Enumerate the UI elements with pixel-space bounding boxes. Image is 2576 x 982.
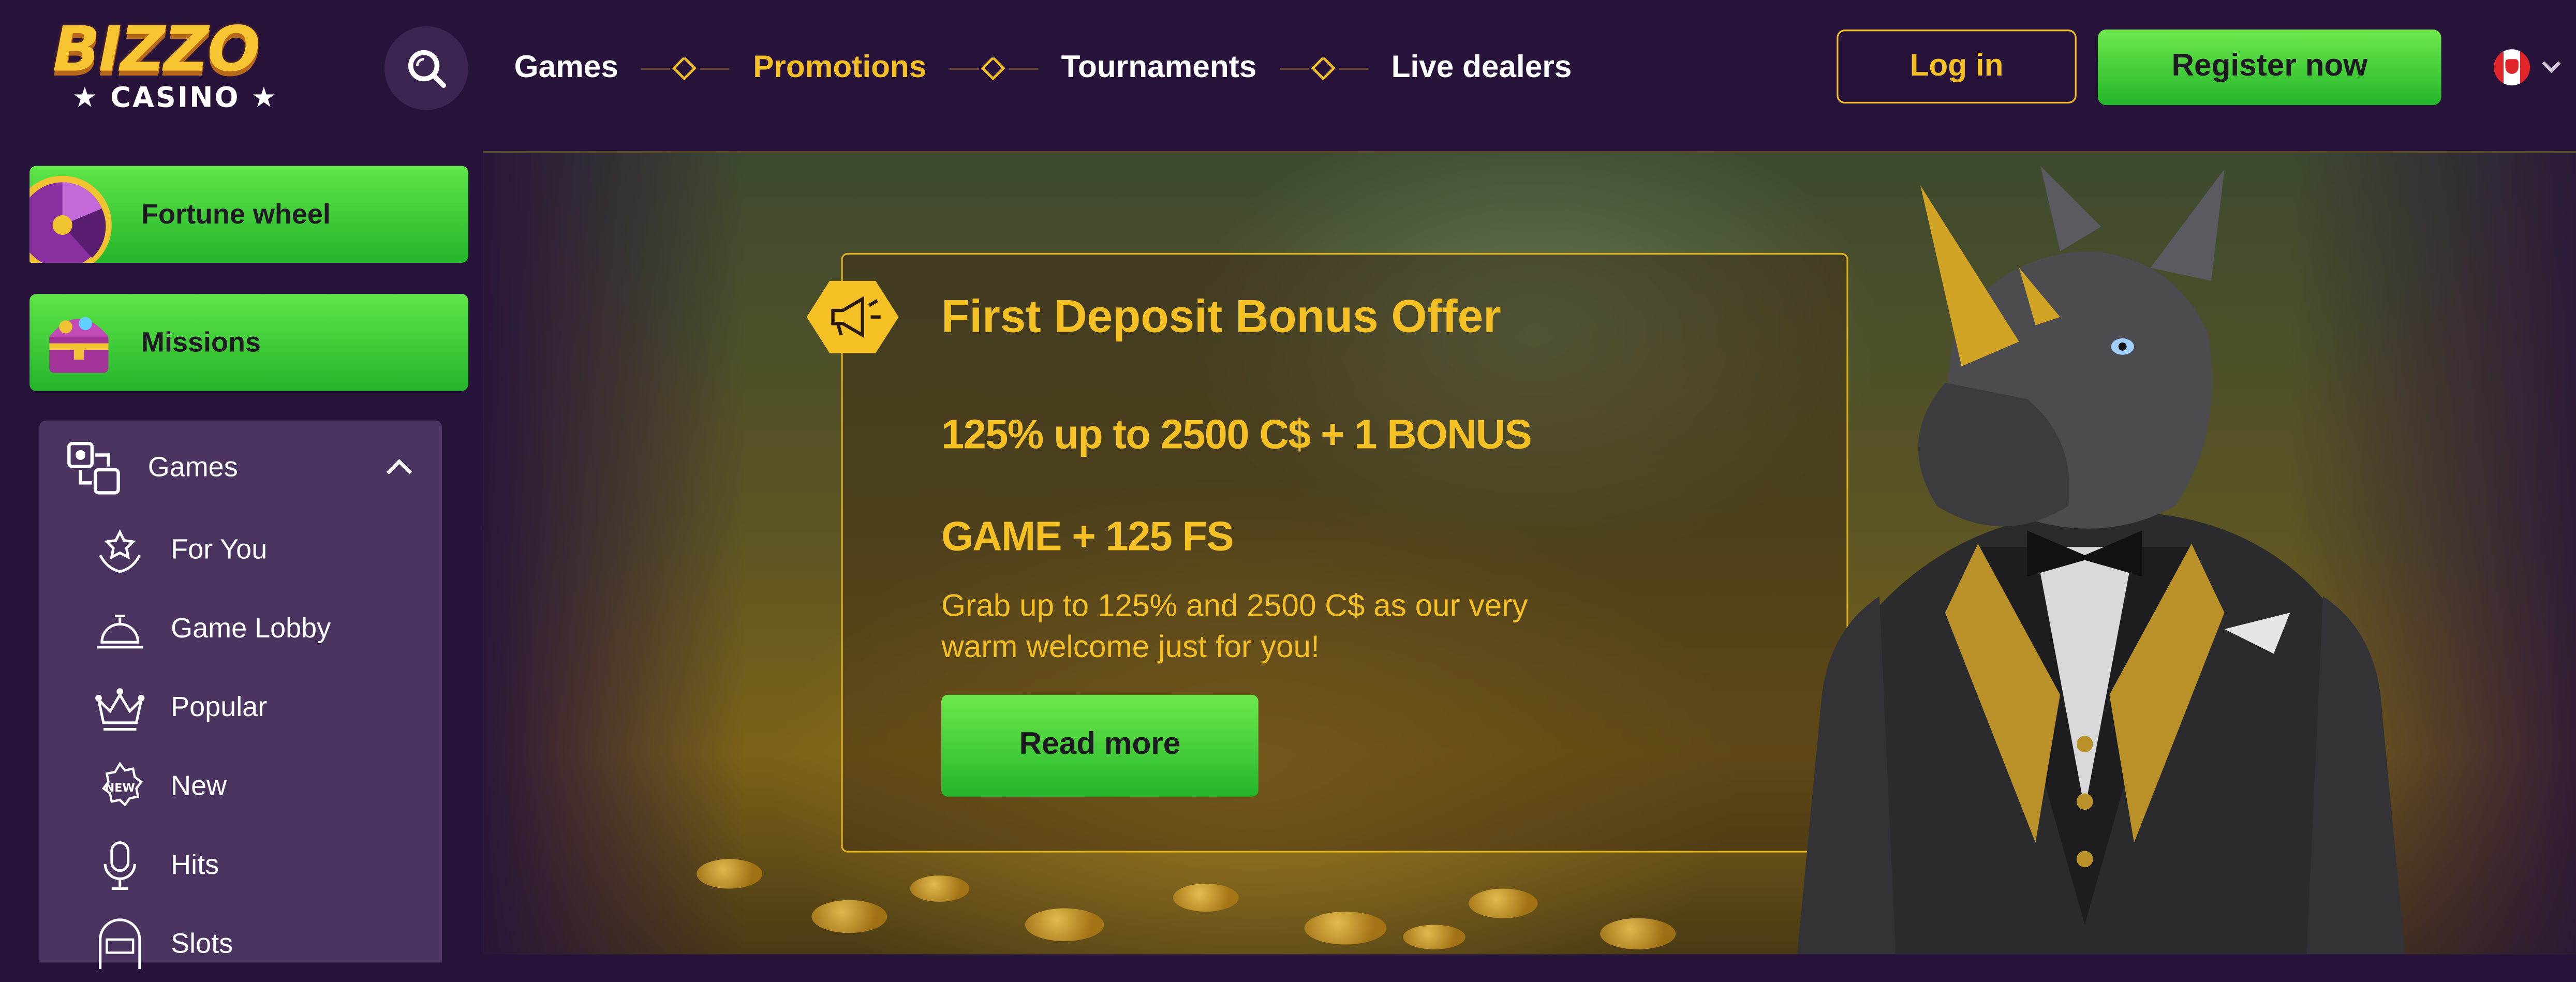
slot-machine-icon bbox=[99, 918, 141, 970]
star-hands-icon bbox=[99, 529, 141, 573]
sidebar-item-label: For You bbox=[171, 533, 268, 566]
gold-coin-decoration bbox=[811, 900, 887, 933]
sidebar-item-label: Popular bbox=[171, 691, 268, 723]
fortune-wheel-button[interactable]: Fortune wheel bbox=[29, 166, 468, 263]
gold-coin-decoration bbox=[1173, 883, 1239, 912]
rhino-mascot-illustration bbox=[1797, 166, 2405, 955]
games-puzzle-icon bbox=[67, 441, 120, 495]
games-menu-label: Games bbox=[147, 452, 238, 483]
offer-description: Grab up to 125% and 2500 C$ as our very … bbox=[941, 589, 1528, 665]
nav-games[interactable]: Games bbox=[514, 51, 618, 87]
offer-title: First Deposit Bonus Offer bbox=[941, 290, 1501, 342]
treasure-chest-icon bbox=[49, 317, 109, 373]
nav-promotions[interactable]: Promotions bbox=[753, 51, 926, 87]
gold-coin-decoration bbox=[1600, 918, 1676, 949]
games-menu-header[interactable]: Games bbox=[39, 421, 442, 513]
bizzo-casino-logo[interactable]: BIZZO ★ CASINO ★ bbox=[46, 13, 292, 122]
missions-button[interactable]: Missions bbox=[29, 294, 468, 391]
gold-coin-decoration bbox=[697, 859, 763, 889]
nav-separator-diamond-icon bbox=[1279, 46, 1369, 92]
offer-subtitle-line-1: 125% up to 2500 C$ + 1 BONUS bbox=[941, 412, 1532, 458]
sidebar-item-slots[interactable]: Slots bbox=[39, 910, 442, 982]
search-icon bbox=[407, 49, 446, 87]
login-button[interactable]: Log in bbox=[1837, 29, 2077, 104]
sidebar-item-popular[interactable]: Popular bbox=[39, 674, 442, 746]
chevron-up-icon[interactable] bbox=[384, 457, 414, 477]
promo-banner: First Deposit Bonus Offer 125% up to 250… bbox=[483, 151, 2576, 955]
offer-subtitle-line-2: GAME + 125 FS bbox=[941, 514, 1234, 560]
missions-label: Missions bbox=[141, 326, 261, 359]
service-bell-icon bbox=[97, 614, 143, 649]
sidebar-item-label: New bbox=[171, 770, 227, 802]
nav-tournaments[interactable]: Tournaments bbox=[1061, 51, 1257, 87]
sidebar-item-hits[interactable]: Hits bbox=[39, 831, 442, 903]
megaphone-icon bbox=[806, 280, 899, 353]
svg-text:NEW: NEW bbox=[105, 781, 135, 795]
logo-text-bizzo: BIZZO bbox=[52, 13, 261, 86]
fortune-wheel-icon bbox=[29, 175, 112, 263]
sidebar-item-label: Slots bbox=[171, 928, 233, 960]
new-badge-icon: NEW bbox=[101, 762, 143, 807]
microphone-icon bbox=[103, 841, 136, 890]
register-button[interactable]: Register now bbox=[2098, 29, 2441, 106]
gold-coin-decoration bbox=[1403, 925, 1465, 949]
sidebar-item-new[interactable]: NEW New bbox=[39, 752, 442, 825]
sidebar-item-game-lobby[interactable]: Game Lobby bbox=[39, 594, 442, 667]
sidebar-item-label: Game Lobby bbox=[171, 613, 331, 644]
fortune-wheel-label: Fortune wheel bbox=[141, 199, 331, 230]
language-selector[interactable] bbox=[2494, 49, 2563, 86]
games-menu-panel: Games For You Game Lobby Popular NEW New… bbox=[39, 420, 442, 970]
chevron-down-icon bbox=[2542, 61, 2561, 73]
canada-flag-icon bbox=[2494, 49, 2530, 86]
sidebar-item-label: Hits bbox=[171, 849, 219, 881]
sidebar-item-for-you[interactable]: For You bbox=[39, 516, 442, 588]
nav-separator-diamond-icon bbox=[949, 46, 1039, 92]
main-nav: Games Promotions Tournaments Live dealer… bbox=[514, 46, 1572, 92]
gold-coin-decoration bbox=[1025, 908, 1104, 942]
nav-separator-diamond-icon bbox=[641, 46, 730, 92]
read-more-button[interactable]: Read more bbox=[941, 694, 1259, 797]
top-header: BIZZO ★ CASINO ★ Games Promotions Tourna… bbox=[0, 0, 2576, 142]
crown-icon bbox=[95, 688, 145, 731]
logo-text-casino: ★ CASINO ★ bbox=[72, 82, 278, 115]
nav-live-dealers[interactable]: Live dealers bbox=[1391, 51, 1572, 87]
gold-coin-decoration bbox=[1304, 911, 1387, 945]
offer-card: First Deposit Bonus Offer 125% up to 250… bbox=[806, 252, 1848, 853]
gold-coin-decoration bbox=[910, 875, 970, 902]
gold-coin-decoration bbox=[1469, 888, 1538, 918]
search-button[interactable] bbox=[384, 26, 468, 110]
